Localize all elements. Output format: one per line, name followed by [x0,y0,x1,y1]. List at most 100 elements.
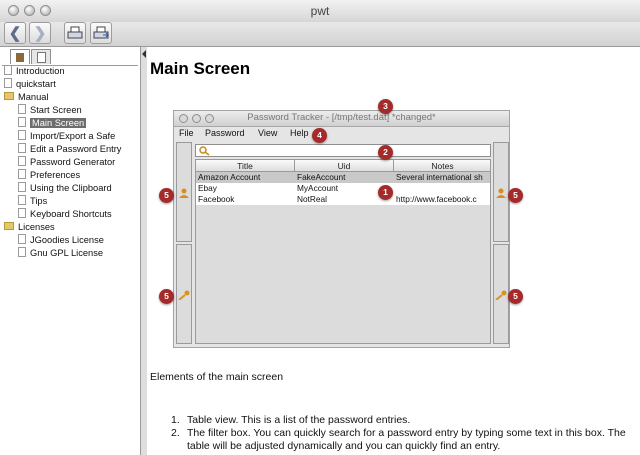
screenshot-menu-file: File [179,128,194,138]
page-icon [4,65,12,75]
print-preview-button[interactable] [90,22,112,44]
sidebar-item-jgoodies[interactable]: JGoodies License [18,234,104,247]
list-number: 2. [171,427,180,439]
callout-badge: 5 [508,289,523,304]
user-icon [179,188,189,198]
cell-notes [394,183,490,194]
window-title: pwt [310,4,330,18]
main-screen-screenshot: Password Tracker - [/tmp/test.dat] *chan… [173,110,510,348]
print-button[interactable] [64,22,86,44]
screenshot-window-title: Password Tracker - [/tmp/test.dat] *chan… [247,112,436,123]
sidebar-item-label: Edit a Password Entry [30,144,122,154]
help-content: Main Screen Password Tracker - [/tmp/tes… [147,47,640,455]
column-header-uid: Uid [295,160,394,172]
screenshot-menu-view: View [258,128,278,138]
sidebar-item-label: Main Screen [30,118,87,128]
sidebar-item-shortcuts[interactable]: Keyboard Shortcuts [18,208,112,221]
callout-badge: 1 [378,185,393,200]
sidebar-item-tips[interactable]: Tips [18,195,47,208]
folder-icon [4,92,14,100]
screenshot-left-key-button [176,244,192,344]
list-text: Table view. This is a list of the passwo… [187,414,411,426]
callout-badge: 5 [159,188,174,203]
sidebar-item-import-export[interactable]: Import/Export a Safe [18,130,115,143]
sidebar-item-licenses[interactable]: Licenses [4,221,55,234]
page-icon [18,182,26,192]
forward-button[interactable]: ❯ [29,22,51,44]
sidebar-item-edit-entry[interactable]: Edit a Password Entry [18,143,121,156]
screenshot-titlebar: Password Tracker - [/tmp/test.dat] *chan… [174,111,509,127]
window-titlebar: pwt [0,0,640,23]
sidebar-item-gpl[interactable]: Gnu GPL License [18,247,103,260]
page-icon [18,247,26,257]
print-export-icon [93,26,109,39]
cell-uid: FakeAccount [297,172,346,182]
book-icon [16,53,24,62]
page-icon [18,130,26,140]
screenshot-menubar: File Password View Help [174,127,509,140]
screenshot-menu-password: Password [205,128,245,138]
page-icon [4,78,12,88]
callout-badge: 2 [378,145,393,160]
chevron-right-icon: ❯ [33,25,47,42]
sidebar-item-clipboard[interactable]: Using the Clipboard [18,182,112,195]
sidebar-item-label: Using the Clipboard [30,183,112,193]
printer-icon [67,26,83,39]
page-icon [36,52,46,63]
callout-badge: 4 [312,128,327,143]
tab-contents[interactable] [10,49,30,64]
folder-icon [4,222,14,230]
table-row: Ebay MyAccount [196,183,490,194]
sidebar-item-label: Import/Export a Safe [30,131,116,141]
callout-badge: 5 [508,188,523,203]
sidebar: Introduction quickstart Manual Start Scr… [0,47,141,455]
sidebar-item-label: Licenses [18,222,55,232]
sidebar-item-label: quickstart [16,79,56,89]
page-icon [18,156,26,166]
sidebar-item-start-screen[interactable]: Start Screen [18,104,82,117]
figure-caption: Elements of the main screen [150,371,284,383]
screenshot-menu-help: Help [290,128,309,138]
table-row: Facebook NotReal http://www.facebook.c [196,194,490,205]
key-icon [178,290,190,300]
sidebar-item-quickstart[interactable]: quickstart [4,78,56,91]
cell-notes: http://www.facebook.c [396,194,477,204]
sidebar-item-main-screen[interactable]: Main Screen [18,117,87,130]
back-button[interactable]: ❮ [4,22,26,44]
sidebar-item-label: JGoodies License [30,235,104,245]
sidebar-item-preferences[interactable]: Preferences [18,169,80,182]
tab-index[interactable] [31,49,51,64]
toolbar: ❮ ❯ [0,22,640,47]
list-number: 1. [171,414,180,426]
sidebar-tabs [2,49,138,66]
sidebar-item-label: Preferences [30,170,81,180]
sidebar-item-label: Keyboard Shortcuts [30,209,112,219]
column-header-notes: Notes [394,160,490,172]
screenshot-body: Title Uid Notes Amazon Account FakeAccou… [176,142,509,346]
cell-notes: Several international sh [396,172,483,182]
screenshot-right-user-button [493,142,509,242]
page-icon [18,117,26,127]
page-icon [18,143,26,153]
page-icon [18,195,26,205]
sidebar-item-label: Start Screen [30,105,82,115]
screenshot-left-user-button [176,142,192,242]
sidebar-item-label: Introduction [16,66,65,76]
callout-badge: 3 [378,99,393,114]
screenshot-right-key-button [493,244,509,344]
sidebar-item-manual[interactable]: Manual [4,91,49,104]
sidebar-item-label: Tips [30,196,48,206]
list-text: The filter box. You can quickly search f… [187,427,626,452]
cell-title: Ebay [198,183,217,193]
key-icon [495,290,507,300]
sidebar-item-introduction[interactable]: Introduction [4,65,65,78]
cell-title: Amazon Account [198,172,261,182]
page-title: Main Screen [150,59,251,78]
search-icon [199,146,210,156]
screenshot-filter-box [195,144,491,157]
table-row: Amazon Account FakeAccount Several inter… [196,172,490,183]
cell-title: Facebook [198,194,235,204]
page-icon [18,104,26,114]
sidebar-item-password-generator[interactable]: Password Generator [18,156,115,169]
sidebar-item-label: Password Generator [30,157,116,167]
